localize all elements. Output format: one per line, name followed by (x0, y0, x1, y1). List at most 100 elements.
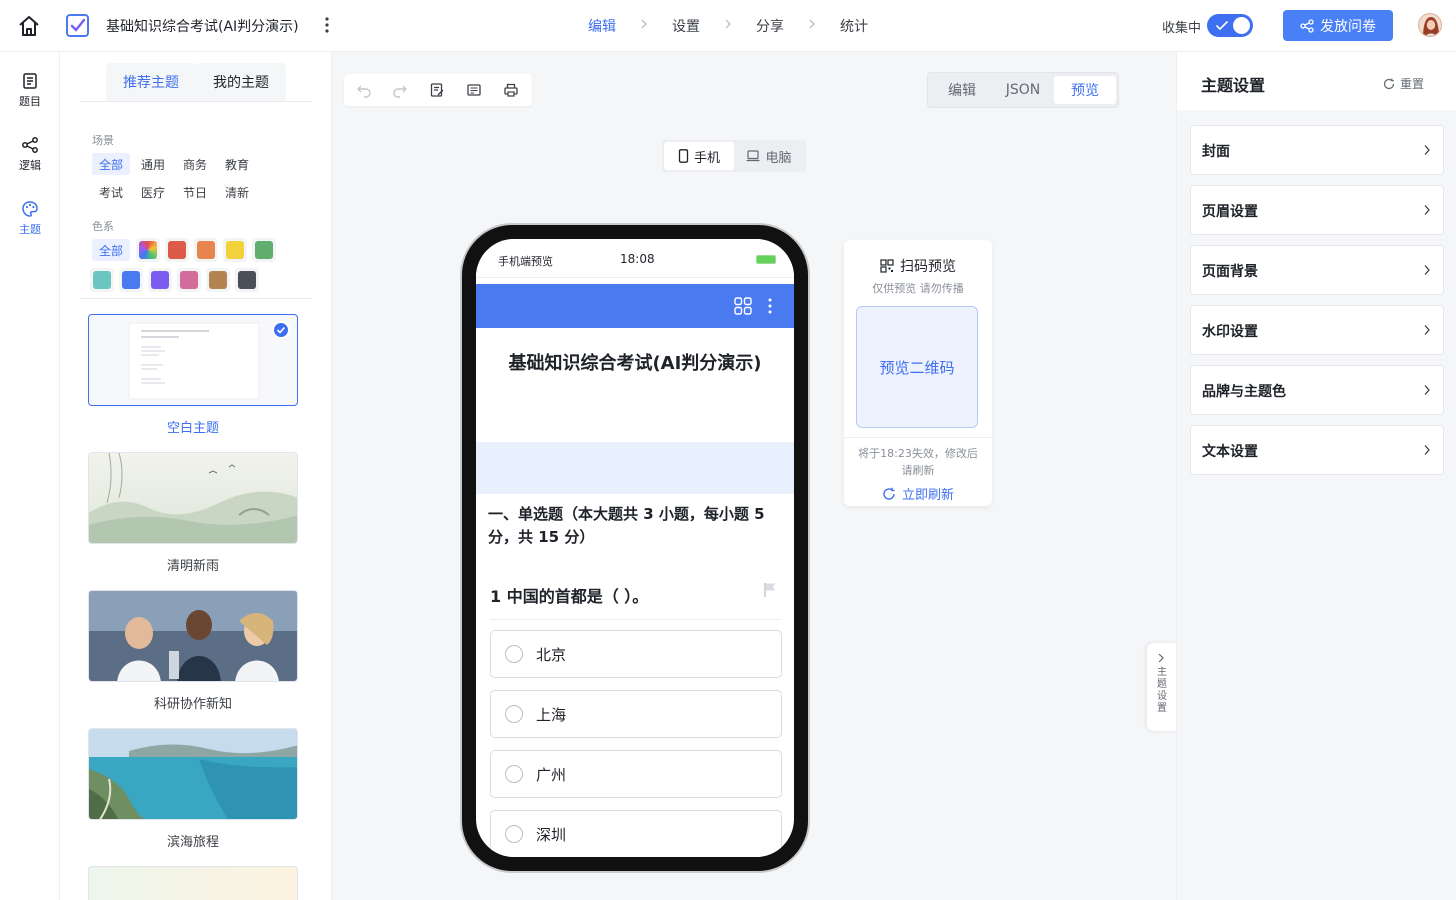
redo-icon[interactable] (392, 82, 408, 98)
theme-panel: 推荐主题 我的主题 场景 全部 通用 商务 教育 考试 医疗 节日 清新 色系 … (60, 52, 332, 900)
swatch-brown[interactable] (206, 268, 230, 292)
print-icon[interactable] (503, 82, 519, 98)
swatch-blue[interactable] (119, 268, 143, 292)
status-time: 18:08 (620, 252, 655, 266)
view-mode-json[interactable]: JSON (992, 76, 1054, 104)
flag-icon[interactable] (763, 582, 777, 598)
setting-cover[interactable]: 封面 (1190, 125, 1444, 175)
theme-card-blank[interactable] (88, 314, 298, 406)
swatch-yellow[interactable] (223, 238, 247, 262)
reset-icon (1383, 78, 1395, 89)
swatch-green[interactable] (252, 238, 276, 262)
grid-menu-icon[interactable] (734, 297, 752, 315)
phone-status-bar: 手机端预览 18:08 (476, 239, 794, 283)
option-item[interactable]: 北京 (490, 630, 782, 678)
step-edit[interactable]: 编辑 (588, 16, 616, 36)
chevron-right-icon (1424, 265, 1430, 275)
device-desktop[interactable]: 电脑 (734, 142, 804, 170)
scene-chip-fresh[interactable]: 清新 (220, 181, 254, 203)
device-desktop-label: 电脑 (765, 150, 792, 166)
option-label: 北京 (536, 646, 567, 664)
theme-settings-panel: 主题设置 重置 封面 页眉设置 页面背景 水印设置 品牌与主题色 文本设置 (1176, 52, 1456, 900)
setting-text[interactable]: 文本设置 (1190, 425, 1444, 475)
phone-preview: 手机端预览 18:08 基础知识综合考试(AI判分演示) 一、单选题（本大题共 … (460, 223, 810, 873)
edit-toolbar (344, 74, 532, 106)
scene-chip-all[interactable]: 全部 (92, 153, 130, 175)
refresh-button[interactable]: 立即刷新 (844, 484, 992, 503)
question-title: 1 中国的首都是（ ）。 (490, 587, 649, 606)
radio-icon (505, 825, 523, 843)
selected-check-icon (272, 321, 290, 339)
theme-card-next[interactable] (88, 866, 298, 900)
refresh-icon (883, 487, 895, 500)
option-item[interactable]: 上海 (490, 690, 782, 738)
more-vertical-icon[interactable] (767, 297, 773, 315)
edit-document-icon[interactable] (429, 82, 445, 98)
tab-recommended-themes[interactable]: 推荐主题 (106, 63, 196, 101)
theme-card-coastal-journey[interactable] (88, 728, 298, 820)
qr-code-placeholder: 预览二维码 (856, 306, 978, 428)
setting-label: 水印设置 (1202, 324, 1258, 340)
document-icon (23, 73, 37, 89)
view-mode-preview[interactable]: 预览 (1054, 76, 1116, 104)
setting-page-background[interactable]: 页面背景 (1190, 245, 1444, 295)
theme-name-coastal-journey[interactable]: 滨海旅程 (88, 831, 298, 850)
rail-label-questions: 题目 (19, 95, 41, 108)
chevron-right-icon (724, 18, 732, 30)
option-item[interactable]: 深圳 (490, 810, 782, 857)
scene-chip-medical[interactable]: 医疗 (136, 181, 170, 203)
scene-chip-business[interactable]: 商务 (178, 153, 212, 175)
setting-watermark[interactable]: 水印设置 (1190, 305, 1444, 355)
survey-title: 基础知识综合考试(AI判分演示) (508, 353, 762, 374)
collect-toggle[interactable] (1207, 14, 1253, 37)
home-icon[interactable] (16, 13, 42, 39)
chevron-right-icon (1424, 205, 1430, 215)
undo-icon[interactable] (356, 82, 372, 98)
option-label: 上海 (536, 706, 567, 724)
theme-name-blank[interactable]: 空白主题 (88, 417, 298, 436)
more-options-icon[interactable] (320, 14, 334, 36)
setting-brand-color[interactable]: 品牌与主题色 (1190, 365, 1444, 415)
reset-button[interactable]: 重置 (1383, 75, 1424, 92)
avatar[interactable] (1418, 13, 1442, 37)
collect-status-label: 收集中 (1162, 21, 1202, 36)
swatch-red[interactable] (165, 238, 189, 262)
battery-icon (756, 255, 776, 264)
theme-card-qingming-rain[interactable] (88, 452, 298, 544)
publish-button[interactable]: 发放问卷 (1283, 10, 1393, 41)
swatch-purple[interactable] (148, 268, 172, 292)
color-chip-all[interactable]: 全部 (92, 239, 130, 261)
chevron-right-icon (808, 18, 816, 30)
theme-settings-toggle[interactable]: 主题设置 (1146, 642, 1176, 732)
tab-my-themes[interactable]: 我的主题 (196, 63, 286, 101)
option-item[interactable]: 广州 (490, 750, 782, 798)
phone-icon (678, 149, 689, 163)
scene-chip-holiday[interactable]: 节日 (178, 181, 212, 203)
step-share[interactable]: 分享 (756, 16, 784, 36)
rail-item-theme[interactable]: 主题 (0, 200, 60, 237)
swatch-dark-gray[interactable] (235, 268, 259, 292)
radio-icon (505, 765, 523, 783)
scene-chip-general[interactable]: 通用 (136, 153, 170, 175)
step-settings[interactable]: 设置 (672, 16, 700, 36)
document-title[interactable]: 基础知识综合考试(AI判分演示) (106, 16, 299, 36)
theme-card-research[interactable] (88, 590, 298, 682)
setting-label: 页眉设置 (1202, 204, 1258, 220)
view-mode-edit[interactable]: 编辑 (932, 76, 992, 104)
view-mode-switch: 编辑 JSON 预览 (927, 72, 1119, 108)
rail-item-questions[interactable]: 题目 (0, 72, 60, 109)
theme-name-qingming-rain[interactable]: 清明新雨 (88, 555, 298, 574)
scene-chip-exam[interactable]: 考试 (94, 181, 128, 203)
swatch-rainbow[interactable] (136, 238, 160, 262)
device-mobile[interactable]: 手机 (664, 142, 734, 170)
step-statistics[interactable]: 统计 (840, 16, 868, 36)
theme-name-research[interactable]: 科研协作新知 (88, 693, 298, 712)
swatch-pink[interactable] (177, 268, 201, 292)
setting-header[interactable]: 页眉设置 (1190, 185, 1444, 235)
swatch-orange[interactable] (194, 238, 218, 262)
layout-icon[interactable] (466, 82, 482, 98)
theme-settings-header: 主题设置 重置 (1177, 52, 1456, 110)
swatch-teal[interactable] (90, 268, 114, 292)
scene-chip-education[interactable]: 教育 (220, 153, 254, 175)
rail-item-logic[interactable]: 逻辑 (0, 136, 60, 173)
